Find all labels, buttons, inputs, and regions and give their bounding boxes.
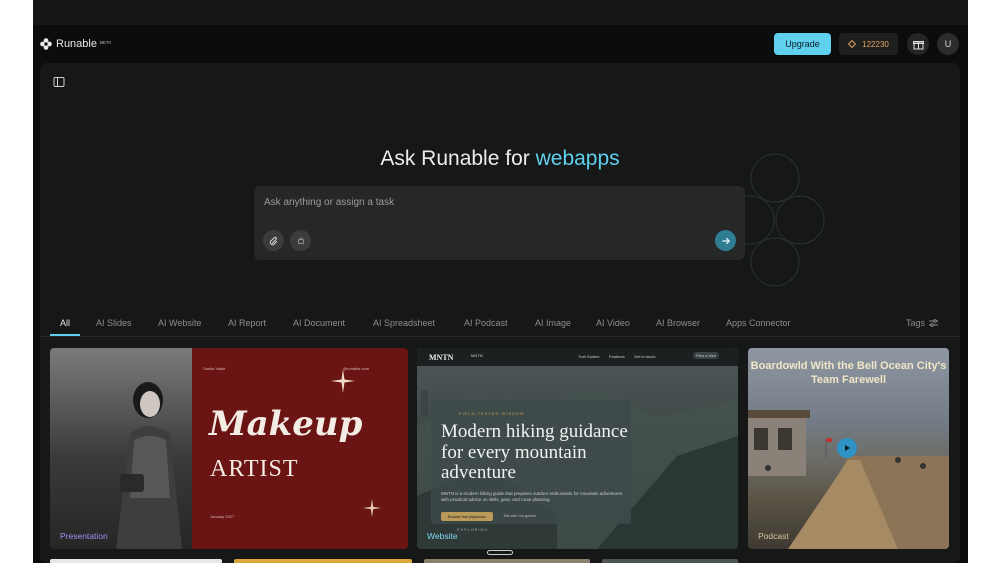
site-nav: MNTN MNTN Trail Guides Features Get in t… xyxy=(417,348,738,366)
sliders-icon xyxy=(929,319,939,327)
diamond-icon xyxy=(848,40,857,48)
tab-ai-image[interactable]: AI Image xyxy=(535,318,571,328)
tab-ai-slides[interactable]: AI Slides xyxy=(96,318,132,328)
site-nav-trail: Trail Guides xyxy=(578,354,600,359)
gift-button[interactable] xyxy=(907,33,929,55)
site-nav-features: Features xyxy=(609,354,625,359)
site-brand: MNTN xyxy=(429,353,454,362)
attach-button[interactable] xyxy=(263,230,284,251)
slide-presenter: Sasha Valdé xyxy=(203,366,226,371)
site-cta-secondary: Talk with our guides xyxy=(503,514,537,518)
card-type-label: Podcast xyxy=(758,531,789,541)
site-cta: Browse trail playbooks xyxy=(441,512,493,521)
logo[interactable]: Runable BETA xyxy=(40,38,111,50)
tab-apps-connector[interactable]: Apps Connector xyxy=(726,318,791,328)
prompt-box xyxy=(254,186,745,260)
slide-title: Makeup xyxy=(209,404,363,444)
site-title: Modern hiking guidance for every mountai… xyxy=(441,421,628,483)
podcast-card[interactable]: Boardowld With the Bell Ocean City's Tea… xyxy=(748,348,949,549)
next-row-card[interactable] xyxy=(424,559,590,563)
site-nav-contact: Get in touch xyxy=(634,354,656,359)
site-explore: EXPLORING xyxy=(457,528,489,532)
podcast-title: Boardowld With the Bell Ocean City's Tea… xyxy=(750,360,947,386)
woman-silhouette xyxy=(116,382,182,549)
active-tab-indicator xyxy=(50,334,80,336)
presentation-slide: Sasha Valdé @runable.com Makeup ARTIST J… xyxy=(192,348,408,549)
sidebar-toggle-icon[interactable] xyxy=(53,76,65,88)
site-description: MNTN is a modern hiking guide that prepa… xyxy=(441,491,623,502)
category-tabs: All AI Slides AI Website AI Report AI Do… xyxy=(40,311,960,337)
scroll-handle[interactable] xyxy=(487,550,513,555)
slide-date: January 2027 xyxy=(210,514,235,519)
headline-accent: webapps xyxy=(535,147,620,170)
credits-button[interactable]: 122230 xyxy=(839,33,898,55)
top-bar: Runable BETA Upgrade 122230 U xyxy=(33,25,968,63)
browser-strip xyxy=(33,0,968,25)
play-button[interactable] xyxy=(837,438,857,458)
connector-button[interactable] xyxy=(290,230,311,251)
main-panel: Ask Runable for webapps Ask anything or … xyxy=(40,63,960,563)
portrait-image xyxy=(50,348,192,549)
tab-ai-video[interactable]: AI Video xyxy=(596,318,630,328)
app-name: Runable xyxy=(56,38,97,50)
tab-all[interactable]: All xyxy=(60,318,70,328)
tags-label: Tags xyxy=(906,318,926,328)
send-button[interactable] xyxy=(715,230,736,251)
tab-ai-website[interactable]: AI Website xyxy=(158,318,201,328)
presentation-card[interactable]: Sasha Valdé @runable.com Makeup ARTIST J… xyxy=(50,348,408,549)
beta-badge: BETA xyxy=(99,39,112,45)
gift-icon xyxy=(912,40,924,49)
website-card[interactable]: MNTN MNTN Trail Guides Features Get in t… xyxy=(417,348,738,549)
avatar[interactable]: U xyxy=(937,33,959,55)
next-row-card[interactable] xyxy=(234,559,412,563)
hero-headline: Ask Runable for webapps xyxy=(40,147,960,171)
side-tag xyxy=(421,390,428,416)
paperclip-icon xyxy=(269,236,277,245)
site-brand-sub: MNTN xyxy=(471,353,483,358)
tab-ai-browser[interactable]: AI Browser xyxy=(656,318,700,328)
runable-logo-icon xyxy=(40,38,52,50)
arrow-right-icon xyxy=(722,237,730,244)
site-kicker: FIELD-TESTED WISDOM xyxy=(459,411,525,416)
sparkle-icon xyxy=(331,369,355,393)
sparkle-small-icon xyxy=(362,498,382,518)
tab-ai-document[interactable]: AI Document xyxy=(293,318,345,328)
plug-icon xyxy=(297,237,304,244)
slide-subtitle: ARTIST xyxy=(210,456,299,482)
upgrade-button[interactable]: Upgrade xyxy=(774,33,831,55)
tags-filter-button[interactable]: Tags xyxy=(906,318,939,328)
prompt-input[interactable] xyxy=(264,194,724,210)
card-type-label: Presentation xyxy=(60,531,108,541)
credits-count: 122230 xyxy=(862,39,889,49)
next-row-card[interactable] xyxy=(50,559,222,563)
next-row-card[interactable] xyxy=(602,559,738,563)
site-nav-button: Plan a hike xyxy=(693,352,719,359)
tab-ai-spreadsheet[interactable]: AI Spreadsheet xyxy=(373,318,435,328)
headline-prefix: Ask Runable for xyxy=(380,147,530,170)
play-icon xyxy=(845,445,850,451)
app-window: Runable BETA Upgrade 122230 U Ask Runabl… xyxy=(33,0,968,563)
tab-ai-podcast[interactable]: AI Podcast xyxy=(464,318,508,328)
tab-ai-report[interactable]: AI Report xyxy=(228,318,266,328)
card-type-label: Website xyxy=(427,531,458,541)
